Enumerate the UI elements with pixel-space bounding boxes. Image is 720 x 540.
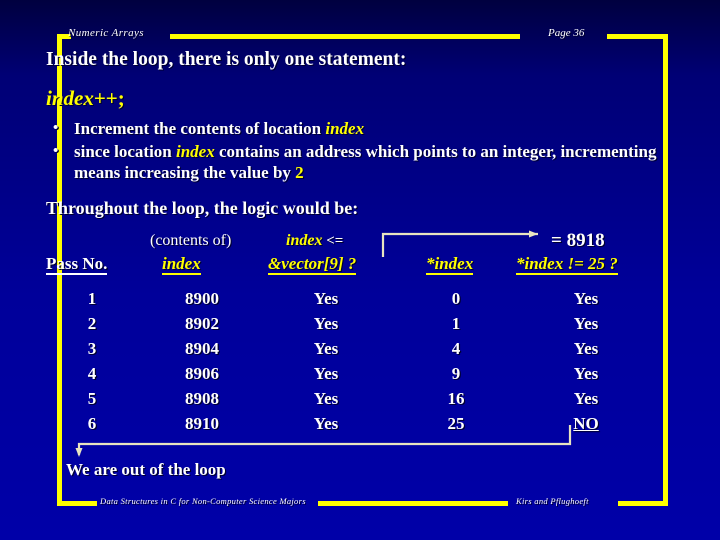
slide-canvas: Numeric Arrays Page 36 Inside the loop, … <box>0 0 720 540</box>
cell-pass: 6 <box>87 414 97 433</box>
index-comparison-identifier: index <box>286 232 323 249</box>
cell-pass: 4 <box>87 364 97 383</box>
cell-cmp: Yes <box>313 339 339 358</box>
cell-star: 4 <box>451 339 461 358</box>
code-increment-operator: ++; <box>93 86 125 110</box>
bullet-text-1: Increment the contents of location index <box>74 118 676 139</box>
cell-index: 8900 <box>185 289 219 308</box>
contents-of-caption: (contents of) <box>150 232 232 249</box>
bullet-2-emphasis: index <box>176 142 215 161</box>
cell-pass: 1 <box>87 289 97 308</box>
cell-neq: Yes <box>573 339 599 358</box>
bullet-2-pre: since location <box>74 142 176 161</box>
cell-star: 9 <box>451 364 461 383</box>
slide-page-number: Page 36 <box>548 27 585 39</box>
bullet-1-emphasis: index <box>325 119 365 138</box>
bullet-1-pre: Increment the contents of location <box>74 119 326 138</box>
index-comparison-operator: <= <box>322 233 344 249</box>
cell-pass: 2 <box>87 314 97 333</box>
cell-index: 8908 <box>185 389 219 408</box>
code-identifier: index <box>46 86 94 110</box>
table-row: 4 8906 Yes 9 Yes <box>46 364 678 389</box>
cell-star: 16 <box>447 389 465 408</box>
table-row: 1 8900 Yes 0 Yes <box>46 289 678 314</box>
frame-bottom-mid-bar <box>318 501 508 506</box>
out-of-loop-text: We are out of the loop <box>66 460 226 479</box>
cell-cmp: Yes <box>313 289 339 308</box>
cell-star: 25 <box>447 414 465 433</box>
statement-heading: Inside the loop, there is only one state… <box>46 49 407 70</box>
table-row: 3 8904 Yes 4 Yes <box>46 339 678 364</box>
frame-bottom-left-stub <box>57 501 97 506</box>
footer-authors: Kirs and Pflughoeft <box>516 496 589 506</box>
bullet-text-2: since location index contains an address… <box>74 141 676 183</box>
frame-top-right-stub <box>607 34 663 39</box>
cell-index: 8904 <box>185 339 219 358</box>
cell-index: 8902 <box>185 314 219 333</box>
slide-header-title: Numeric Arrays <box>68 27 144 39</box>
cell-index: 8910 <box>185 414 219 433</box>
table-body: 1 8900 Yes 0 Yes 2 8902 Yes 1 Yes 3 8904… <box>46 289 678 439</box>
bullet-marker-icon: • <box>53 120 59 136</box>
frame-top-mid-bar <box>170 34 520 39</box>
table-row: 2 8902 Yes 1 Yes <box>46 314 678 339</box>
table-header-row: Pass No. index &vector[9] ? *index *inde… <box>46 254 678 278</box>
column-header-star-index: *index <box>426 254 474 275</box>
throughout-heading: Throughout the loop, the logic would be: <box>46 198 359 218</box>
bullet-2-value: 2 <box>295 163 304 182</box>
bullet-marker-icon: • <box>53 143 59 159</box>
cell-cmp: Yes <box>313 389 339 408</box>
list-item: • Increment the contents of location ind… <box>46 118 676 139</box>
cell-neq: Yes <box>573 289 599 308</box>
cell-star: 0 <box>451 289 461 308</box>
column-header-pass-no: Pass No. <box>46 254 108 275</box>
cell-neq: Yes <box>573 364 599 383</box>
footer-course-title: Data Structures in C for Non-Computer Sc… <box>100 496 306 506</box>
cell-pass: 3 <box>87 339 97 358</box>
code-statement: index++; <box>46 86 125 111</box>
frame-bottom-right-stub <box>618 501 668 506</box>
cell-neq: Yes <box>573 389 599 408</box>
table-row: 6 8910 Yes 25 NO <box>46 414 678 439</box>
cell-cmp: Yes <box>313 414 339 433</box>
cell-cmp: Yes <box>313 364 339 383</box>
cell-neq: Yes <box>573 314 599 333</box>
column-header-index: index <box>162 254 201 275</box>
cell-pass: 5 <box>87 389 97 408</box>
list-item: • since location index contains an addre… <box>46 141 676 183</box>
cell-star: 1 <box>451 314 461 333</box>
cell-cmp: Yes <box>313 314 339 333</box>
index-comparison-caption: index <= <box>286 232 343 250</box>
annotation-equals-value: = 8918 <box>551 230 605 251</box>
column-header-not-equal-25: *index != 25 ? <box>516 254 618 275</box>
bullet-list: • Increment the contents of location ind… <box>46 118 676 183</box>
column-header-vector-compare: &vector[9] ? <box>268 254 357 275</box>
cell-neq: NO <box>573 414 599 433</box>
table-row: 5 8908 Yes 16 Yes <box>46 389 678 414</box>
cell-index: 8906 <box>185 364 219 383</box>
